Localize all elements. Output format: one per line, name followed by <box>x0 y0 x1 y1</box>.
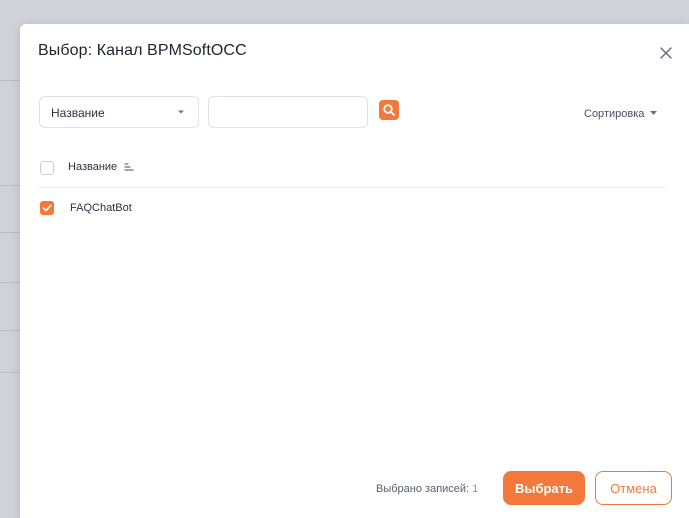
header-divider <box>39 187 665 188</box>
column-header-name[interactable]: Название <box>68 161 117 173</box>
backdrop-divider <box>0 372 20 373</box>
selected-count-label: Выбрано записей: <box>376 483 470 495</box>
search-input[interactable] <box>208 96 368 128</box>
selected-count-value: 1 <box>472 483 479 495</box>
sort-label: Сортировка <box>584 108 645 120</box>
caret-down-icon <box>178 110 184 114</box>
backdrop-divider <box>0 232 20 233</box>
filter-column-value: Название <box>51 106 105 120</box>
lookup-dialog: Выбор: Канал BPMSoftOCC Название Сортиро… <box>20 24 689 518</box>
backdrop-divider <box>0 80 20 81</box>
close-icon[interactable] <box>657 44 675 62</box>
backdrop-divider <box>0 330 20 331</box>
sort-ascending-icon[interactable] <box>124 162 134 172</box>
backdrop-divider <box>0 282 20 283</box>
row-checkbox[interactable] <box>40 201 54 215</box>
checkmark-icon <box>42 204 52 212</box>
sort-dropdown[interactable]: Сортировка <box>584 108 658 120</box>
row-name: FAQChatBot <box>70 202 132 214</box>
filter-column-select[interactable]: Название <box>39 96 199 128</box>
search-icon <box>383 104 395 116</box>
search-button[interactable] <box>379 100 399 120</box>
backdrop-divider <box>0 185 20 186</box>
cancel-button[interactable]: Отмена <box>595 471 672 505</box>
select-all-checkbox[interactable] <box>40 161 54 175</box>
select-button[interactable]: Выбрать <box>503 471 585 505</box>
dialog-title: Выбор: Канал BPMSoftOCC <box>38 42 247 59</box>
selected-count: Выбрано записей: 1 <box>376 483 478 495</box>
caret-down-icon <box>650 111 658 115</box>
